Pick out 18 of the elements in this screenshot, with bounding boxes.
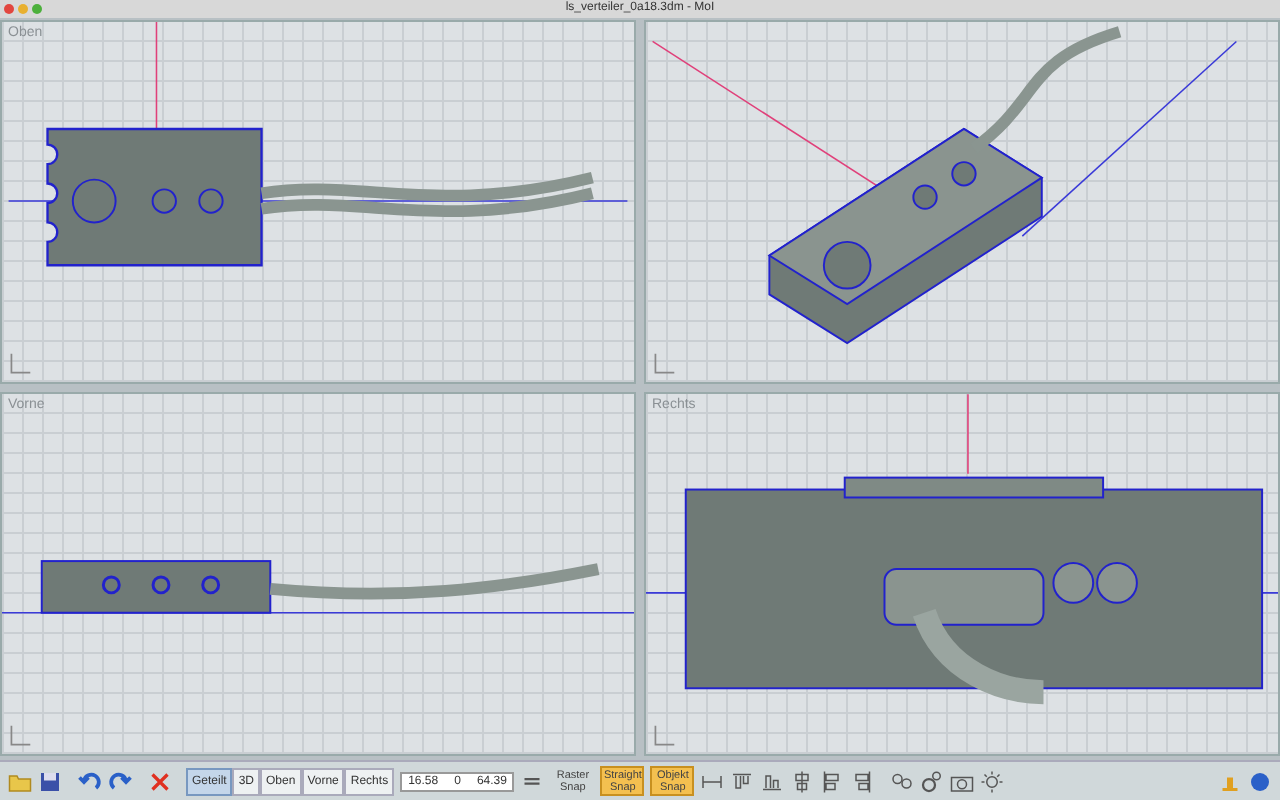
- close-button[interactable]: [4, 4, 14, 14]
- align-top-icon[interactable]: [730, 769, 755, 793]
- axis-line: [967, 394, 969, 475]
- group-icon[interactable]: [890, 769, 915, 793]
- axis-icon: [652, 352, 676, 376]
- delete-icon[interactable]: [148, 769, 172, 793]
- redo-icon[interactable]: [108, 769, 132, 793]
- viewport[interactable]: [644, 20, 1280, 384]
- save-icon[interactable]: [38, 769, 62, 793]
- undo-icon[interactable]: [78, 769, 102, 793]
- align-center-icon[interactable]: [790, 769, 815, 793]
- light-bulb-icon[interactable]: [980, 769, 1005, 793]
- axis-icon: [8, 352, 32, 376]
- align-left-icon[interactable]: [820, 769, 845, 793]
- axis-icon: [8, 724, 32, 748]
- axis-icon: [652, 724, 676, 748]
- align-bottom-icon[interactable]: [760, 769, 785, 793]
- align-right-icon[interactable]: [850, 769, 875, 793]
